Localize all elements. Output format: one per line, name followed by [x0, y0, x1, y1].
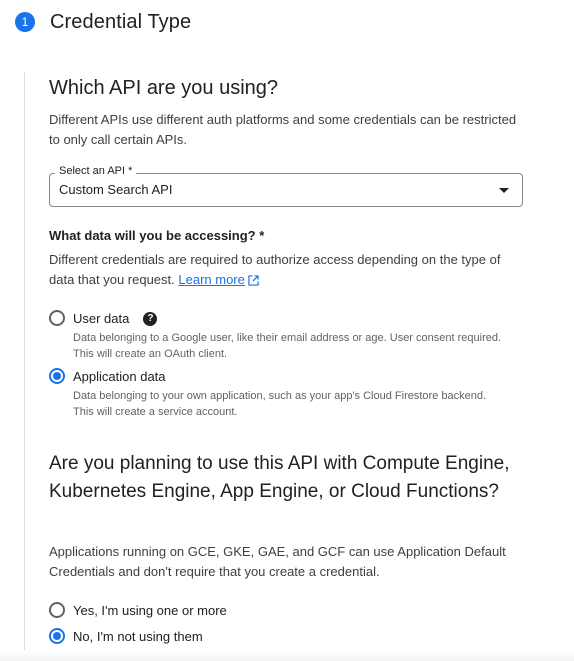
radio-no-label: No, I'm not using them	[73, 629, 203, 644]
dropdown-arrow-icon[interactable]	[499, 188, 509, 193]
radio-user-data[interactable]	[49, 310, 65, 326]
radio-application-data-label: Application data	[73, 369, 166, 384]
learn-more-link[interactable]: Learn more	[178, 272, 259, 287]
radio-yes[interactable]	[49, 602, 65, 618]
api-select[interactable]: Custom Search API	[49, 173, 523, 207]
step-number-badge: 1	[15, 12, 35, 32]
radio-application-data-help: Data belonging to your own application, …	[73, 390, 487, 418]
data-question-title: What data will you be accessing? *	[49, 228, 265, 243]
api-select-value: Custom Search API	[59, 182, 173, 197]
radio-user-data-label: User data	[73, 311, 130, 326]
compute-question-title: Are you planning to use this API with Co…	[49, 453, 510, 502]
learn-more-label: Learn more	[178, 272, 245, 287]
api-question-description: Different APIs use different auth platfo…	[49, 112, 517, 147]
data-question-description: Different credentials are required to au…	[49, 250, 519, 290]
help-icon[interactable]: ?	[143, 312, 158, 326]
radio-option-yes[interactable]: Yes, I'm using one or more	[49, 602, 227, 620]
bottom-scroll-fade	[0, 650, 574, 661]
radio-application-data[interactable]	[49, 368, 65, 384]
step-connector-line	[24, 72, 25, 661]
radio-yes-label: Yes, I'm using one or more	[73, 603, 227, 618]
compute-question-description: Applications running on GCE, GKE, GAE, a…	[49, 544, 506, 579]
api-question-title: Which API are you using?	[49, 77, 279, 99]
radio-user-data-help: Data belonging to a Google user, like th…	[73, 332, 502, 360]
radio-option-no[interactable]: No, I'm not using them	[49, 628, 203, 646]
step-header: 1 Credential Type	[15, 10, 191, 34]
radio-option-user-data[interactable]: User data ? Data belonging to a Google u…	[49, 310, 503, 362]
external-link-icon	[248, 275, 259, 286]
data-question-description-text: Different credentials are required to au…	[49, 252, 501, 287]
radio-option-application-data[interactable]: Application data Data belonging to your …	[49, 368, 503, 420]
step-title: Credential Type	[50, 10, 192, 33]
radio-label-row: User data ?	[73, 310, 503, 328]
radio-no[interactable]	[49, 628, 65, 644]
api-select-label: Select an API *	[55, 164, 137, 178]
